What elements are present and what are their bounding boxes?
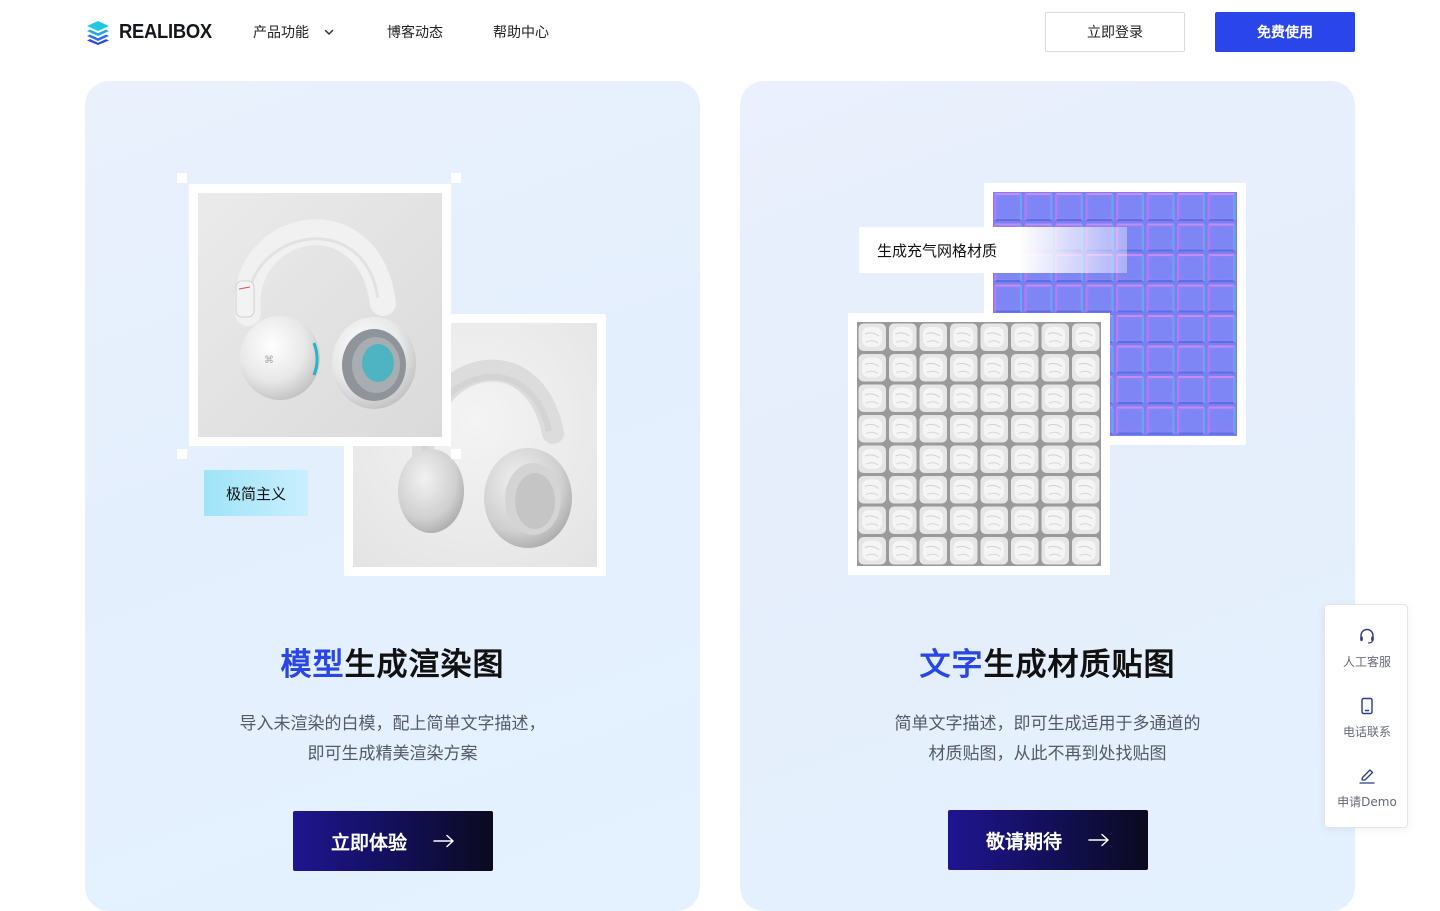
card-description-line: 材质贴图，从此不再到处找贴图 — [928, 744, 1167, 764]
card-description-line: 即可生成精美渲染方案 — [307, 744, 478, 764]
nav-item-products[interactable]: 产品功能 — [253, 20, 335, 44]
phone-contact-label: 电话联系 — [1342, 725, 1391, 739]
card-title: 文字生成材质贴图 — [740, 639, 1355, 684]
layers-logo-icon — [87, 21, 109, 45]
nav-item-label: 产品功能 — [253, 25, 309, 41]
selection-handle — [177, 449, 187, 459]
prompt-tag-label: 生成充气网格材质 — [877, 241, 998, 260]
card-title-rest: 生成渲染图 — [344, 647, 505, 683]
style-tag: 极简主义 — [204, 470, 308, 516]
try-now-label: 立即体验 — [330, 831, 407, 854]
arrow-right-icon — [433, 834, 454, 848]
headset-icon — [1360, 628, 1374, 644]
selection-handle — [451, 449, 461, 459]
request-demo-label: 申请Demo — [1337, 795, 1397, 809]
coming-soon-label: 敬请期待 — [985, 830, 1062, 853]
card-title-rest: 生成材质贴图 — [983, 647, 1176, 683]
card-description: 简单文字描述，即可生成适用于多通道的 材质贴图，从此不再到处找贴图 — [740, 709, 1355, 769]
card-title: 模型生成渲染图 — [85, 639, 700, 684]
top-navbar: REALIBOX 产品功能 博客动态 帮助中心 立即登录 免费使用 — [0, 0, 1440, 64]
nav-item-label: 博客动态 — [387, 25, 443, 41]
phone-contact-button[interactable]: 电话联系 — [1325, 697, 1409, 740]
selection-handle — [177, 173, 187, 183]
prompt-tag: 生成充气网格材质 — [859, 227, 1127, 273]
feature-card-model-render: ⌘ 极简主义 模型生成渲染图 导入未渲染的白模，配上简单文字描述， 即可生成精美… — [85, 81, 700, 911]
feature-card-text-material: 生成充气网格材质 文字生成材质贴图 简单文字描述，即可生成适用于多通道的 材质贴… — [740, 81, 1355, 911]
floating-contact-panel: 人工客服 电话联系 申请Demo — [1324, 604, 1408, 828]
card-title-highlight: 模型 — [280, 647, 345, 683]
main-nav: 产品功能 博客动态 帮助中心 — [253, 20, 549, 44]
brand-name: REALIBOX — [119, 20, 212, 43]
arrow-right-icon — [1088, 833, 1109, 847]
phone-icon — [1361, 697, 1373, 715]
customer-service-label: 人工客服 — [1342, 655, 1391, 669]
login-button[interactable]: 立即登录 — [1045, 12, 1185, 52]
request-demo-button[interactable]: 申请Demo — [1325, 767, 1409, 810]
white-model-headphones-image: ⌘ — [189, 184, 451, 446]
svg-text:⌘: ⌘ — [264, 355, 274, 366]
card-description: 导入未渲染的白模，配上简单文字描述， 即可生成精美渲染方案 — [85, 709, 700, 769]
free-trial-button[interactable]: 免费使用 — [1215, 12, 1355, 52]
nav-item-blog[interactable]: 博客动态 — [387, 20, 443, 44]
pen-icon — [1359, 769, 1375, 784]
card-title-highlight: 文字 — [919, 647, 984, 683]
style-tag-label: 极简主义 — [225, 484, 286, 503]
coming-soon-button[interactable]: 敬请期待 — [948, 810, 1148, 870]
nav-item-help[interactable]: 帮助中心 — [493, 20, 549, 44]
brand-logo[interactable]: REALIBOX — [85, 19, 220, 45]
card-description-line: 导入未渲染的白模，配上简单文字描述， — [239, 714, 546, 734]
card-description-line: 简单文字描述，即可生成适用于多通道的 — [894, 714, 1201, 734]
headphones-white-model-picture: ⌘ — [198, 193, 442, 437]
chevron-down-icon — [324, 29, 334, 35]
selection-handle — [451, 173, 461, 183]
nav-item-label: 帮助中心 — [493, 25, 549, 41]
customer-service-button[interactable]: 人工客服 — [1325, 627, 1409, 670]
grayscale-texture-image — [848, 313, 1110, 575]
try-now-button[interactable]: 立即体验 — [293, 811, 493, 871]
puffer-texture-picture — [857, 322, 1101, 566]
